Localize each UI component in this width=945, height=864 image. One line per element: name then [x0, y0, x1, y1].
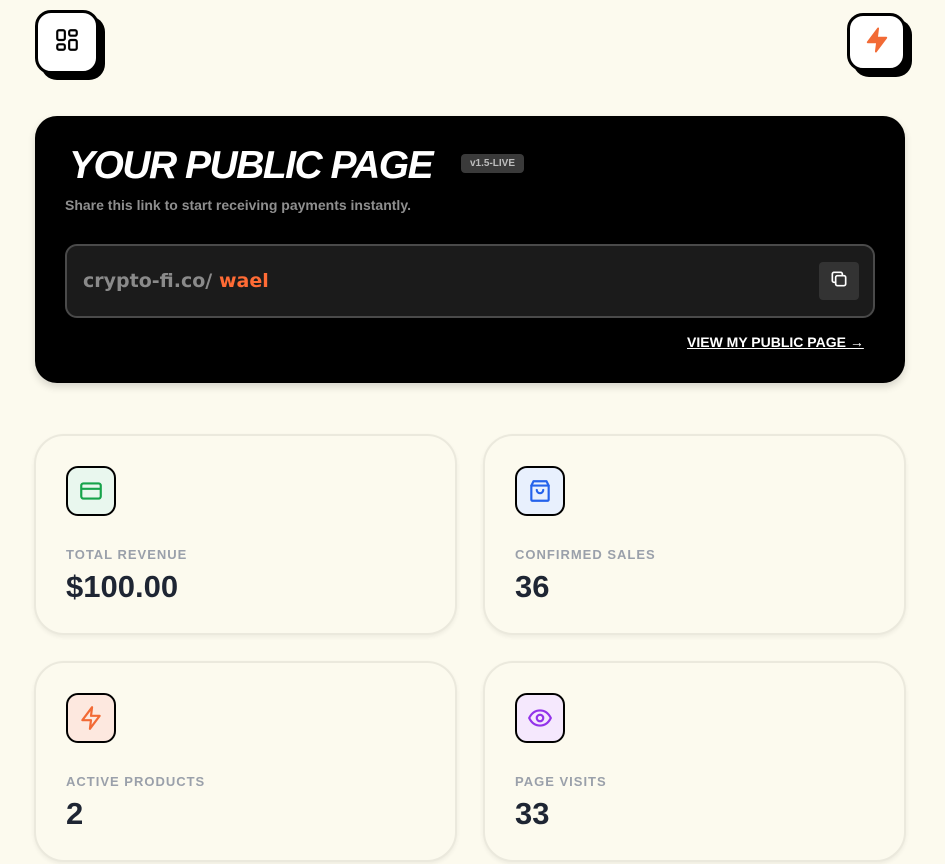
- flash-button[interactable]: [847, 13, 906, 71]
- shopping-bag-icon: [515, 466, 565, 516]
- credit-card-icon: [66, 466, 116, 516]
- hero-subtitle: Share this link to start receiving payme…: [65, 197, 411, 213]
- link-slug: wael: [219, 270, 269, 292]
- grid-icon: [54, 27, 80, 57]
- link-prefix: crypto-fi.co/: [83, 270, 213, 292]
- view-public-page-link[interactable]: VIEW MY PUBLIC PAGE →: [687, 334, 864, 350]
- public-page-panel: YOUR PUBLIC PAGE v1.5-LIVE Share this li…: [35, 116, 905, 383]
- stat-label: ACTIVE PRODUCTS: [66, 774, 206, 789]
- stat-value: $100.00: [66, 569, 179, 604]
- menu-button[interactable]: [35, 10, 99, 74]
- copy-link-button[interactable]: [819, 262, 859, 300]
- lightning-icon: [863, 26, 891, 58]
- hero-title: YOUR PUBLIC PAGE: [69, 144, 434, 187]
- stat-label: CONFIRMED SALES: [515, 547, 656, 562]
- eye-icon: [515, 693, 565, 743]
- copy-icon: [829, 269, 849, 293]
- lightning-icon: [66, 693, 116, 743]
- stat-value: 2: [66, 796, 84, 831]
- public-link-field[interactable]: crypto-fi.co/ wael: [65, 244, 875, 318]
- stat-card-page-visits: PAGE VISITS 33: [483, 661, 906, 862]
- stat-value: 33: [515, 796, 550, 831]
- stat-value: 36: [515, 569, 550, 604]
- stat-card-active-products: ACTIVE PRODUCTS 2: [34, 661, 457, 862]
- stat-label: TOTAL REVENUE: [66, 547, 188, 562]
- version-badge: v1.5-LIVE: [461, 154, 525, 173]
- stat-card-total-revenue: TOTAL REVENUE $100.00: [34, 434, 457, 635]
- stat-label: PAGE VISITS: [515, 774, 607, 789]
- stat-card-confirmed-sales: CONFIRMED SALES 36: [483, 434, 906, 635]
